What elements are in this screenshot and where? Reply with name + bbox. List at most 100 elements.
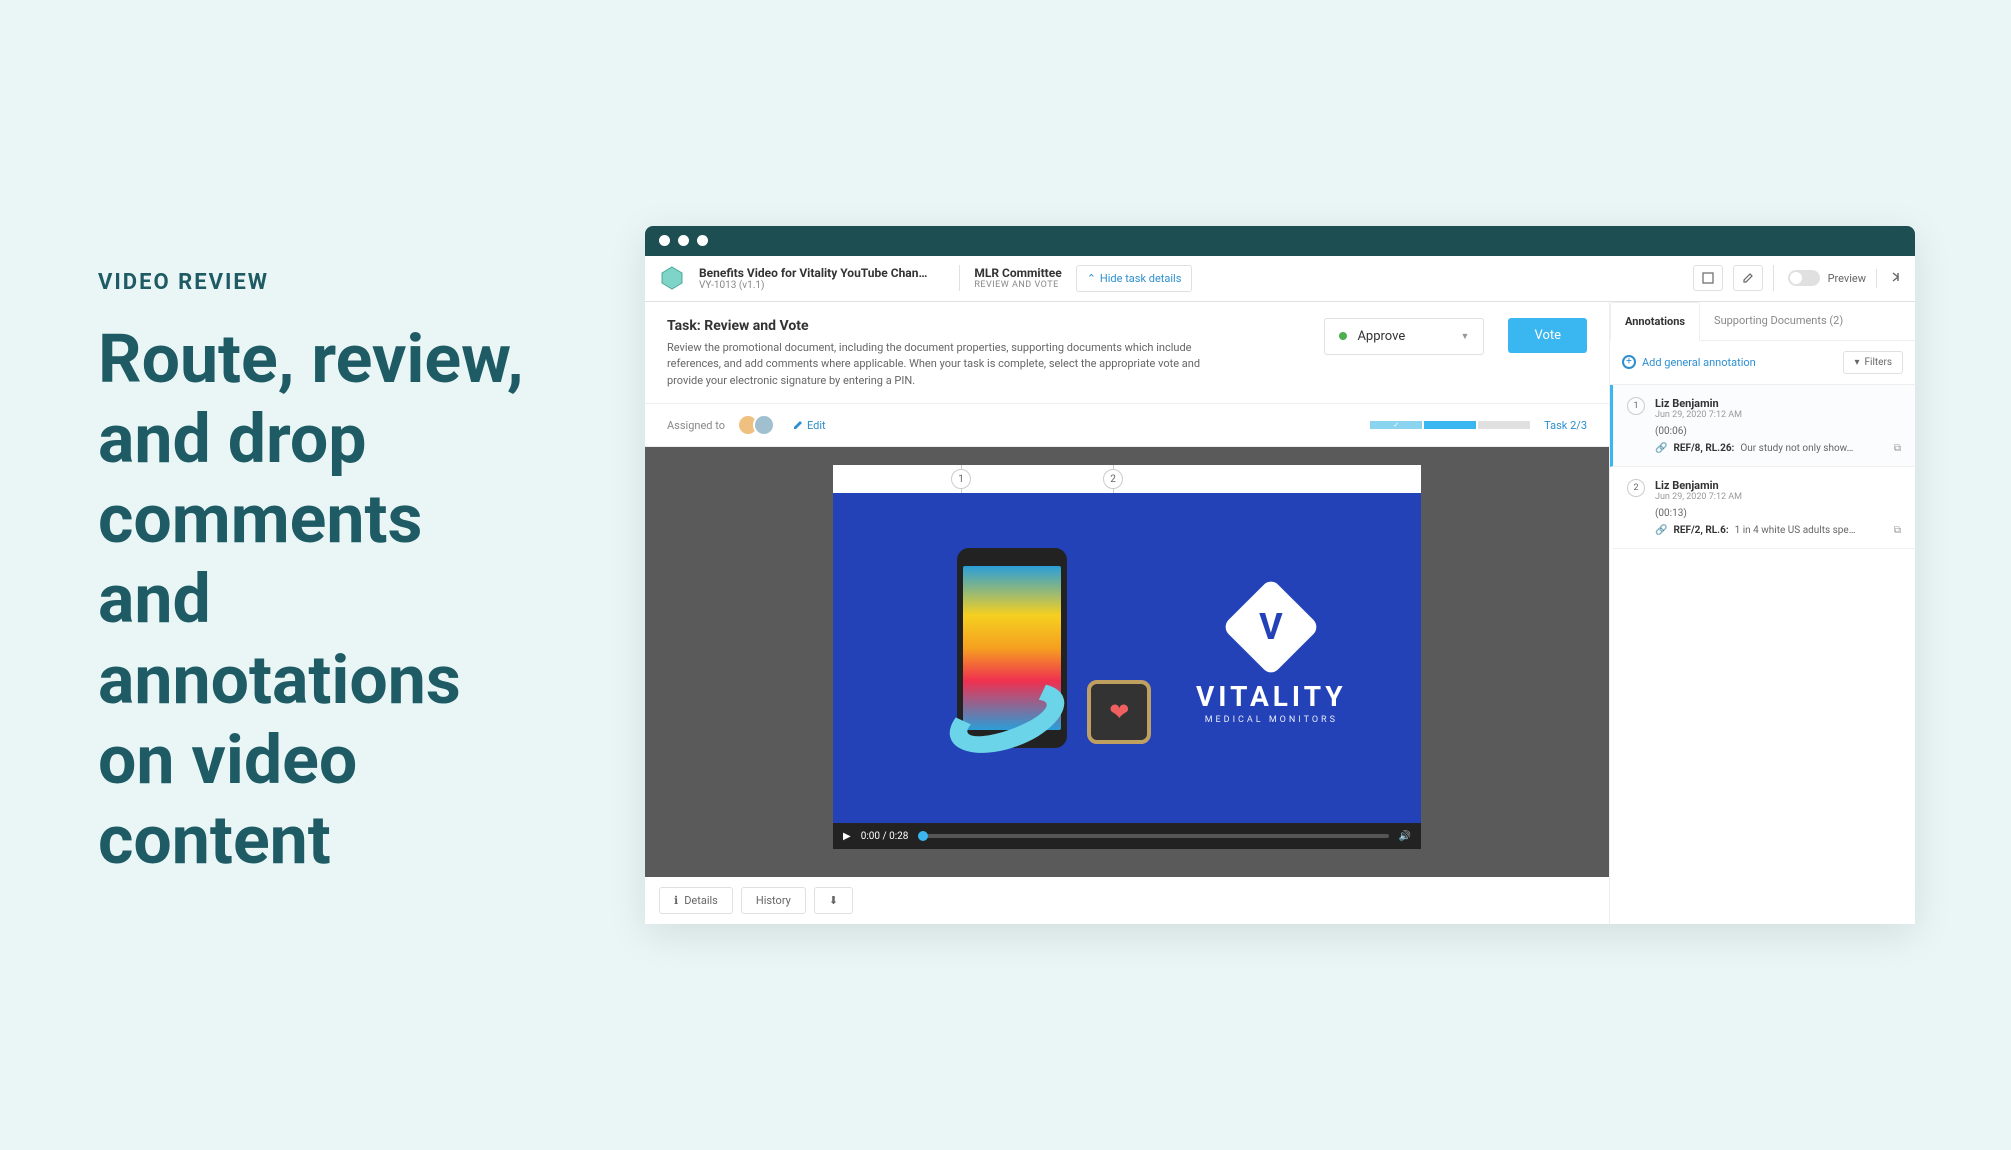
- download-icon: ⬇: [829, 894, 838, 907]
- device-illustration: [907, 538, 1107, 778]
- video-time: 0:00 / 0:28: [861, 831, 909, 842]
- divider: [959, 265, 960, 291]
- approve-label: Approve: [1357, 329, 1405, 344]
- annotation-item[interactable]: 1 Liz Benjamin Jun 29, 2020 7:12 AM (00:…: [1610, 385, 1915, 467]
- history-label: History: [756, 894, 791, 907]
- volume-button[interactable]: 🔊: [1399, 831, 1411, 842]
- logo-text: VITALITY: [1196, 680, 1347, 713]
- expand-panel-button[interactable]: [1876, 269, 1903, 288]
- toolbar-right: Preview: [1693, 265, 1903, 291]
- annotations-panel: Annotations Supporting Documents (2) + A…: [1609, 302, 1915, 925]
- play-button[interactable]: ▶: [843, 831, 851, 842]
- tab-annotations[interactable]: Annotations: [1610, 302, 1700, 341]
- window-close-icon[interactable]: [659, 235, 670, 246]
- video-scrubber[interactable]: [918, 834, 1388, 838]
- app-logo-icon: [657, 263, 687, 293]
- annotation-text: 1 in 4 white US adults spe…: [1735, 525, 1856, 536]
- external-link-icon[interactable]: ⧉: [1894, 525, 1901, 536]
- status-dot-icon: [1339, 332, 1347, 340]
- scrubber-thumb: [918, 831, 928, 841]
- task-title: Task: Review and Vote: [667, 318, 1300, 334]
- link-icon: 🔗: [1655, 443, 1667, 454]
- filter-icon: ▾: [1854, 357, 1859, 368]
- info-icon: ℹ: [674, 894, 678, 907]
- video-wrapper: 1 2 VITALITY MEDICAL MONIT: [833, 465, 1421, 849]
- panel-tabs: Annotations Supporting Documents (2): [1610, 302, 1915, 341]
- avatar-group: [737, 414, 775, 436]
- history-button[interactable]: History: [741, 887, 806, 914]
- annotation-marker[interactable]: 1: [951, 469, 971, 489]
- main-column: Task: Review and Vote Review the promoti…: [645, 302, 1609, 925]
- external-link-icon[interactable]: ⧉: [1894, 443, 1901, 454]
- caret-down-icon: ▼: [1461, 331, 1470, 342]
- filters-button[interactable]: ▾ Filters: [1843, 351, 1903, 374]
- plus-circle-icon: +: [1622, 355, 1636, 369]
- annotation-marker[interactable]: 2: [1103, 469, 1123, 489]
- annotation-header: 1 Liz Benjamin Jun 29, 2020 7:12 AM: [1627, 397, 1901, 420]
- vote-label: Vote: [1534, 328, 1561, 343]
- video-controls: ▶ 0:00 / 0:28 🔊: [833, 823, 1421, 849]
- annotation-number: 2: [1627, 479, 1645, 497]
- hide-task-details-button[interactable]: ⌃ Hide task details: [1076, 265, 1193, 292]
- task-header: Task: Review and Vote Review the promoti…: [645, 302, 1609, 405]
- window-minimize-icon[interactable]: [678, 235, 689, 246]
- annotation-timestamp: (00:13): [1655, 508, 1901, 519]
- window-maximize-icon[interactable]: [697, 235, 708, 246]
- annotation-timestamp: (00:06): [1655, 426, 1901, 437]
- filters-label: Filters: [1864, 357, 1892, 368]
- details-button[interactable]: ℹ Details: [659, 887, 733, 914]
- annotation-toolbar: + Add general annotation ▾ Filters: [1610, 341, 1915, 384]
- eyebrow: VIDEO REVIEW: [98, 270, 540, 295]
- smartwatch-icon: [1087, 680, 1151, 744]
- progress-segment: [1424, 421, 1476, 429]
- tab-supporting-documents[interactable]: Supporting Documents (2): [1700, 302, 1857, 340]
- pencil-icon: [793, 420, 803, 430]
- annotation-meta: Liz Benjamin Jun 29, 2020 7:12 AM: [1655, 479, 1742, 502]
- logo-subtext: MEDICAL MONITORS: [1196, 715, 1347, 725]
- toggle-switch-icon: [1788, 270, 1820, 286]
- headline: Route, review, and drop comments and ann…: [98, 319, 540, 881]
- video-area: 1 2 VITALITY MEDICAL MONIT: [645, 447, 1609, 877]
- committee-block: MLR Committee REVIEW AND VOTE: [974, 266, 1061, 290]
- annotation-meta: Liz Benjamin Jun 29, 2020 7:12 AM: [1655, 397, 1742, 420]
- annotation-marker-row: 1 2: [833, 465, 1421, 493]
- approve-dropdown[interactable]: Approve ▼: [1324, 318, 1484, 355]
- committee-stage: REVIEW AND VOTE: [974, 280, 1061, 290]
- bottom-bar: ℹ Details History ⬇: [645, 877, 1609, 924]
- annotation-list: 1 Liz Benjamin Jun 29, 2020 7:12 AM (00:…: [1610, 384, 1915, 549]
- annotation-date: Jun 29, 2020 7:12 AM: [1655, 410, 1742, 420]
- preview-toggle[interactable]: Preview: [1773, 265, 1866, 291]
- document-title: Benefits Video for Vitality YouTube Chan…: [699, 266, 927, 280]
- details-label: Details: [684, 894, 718, 907]
- expand-view-button[interactable]: [1693, 265, 1723, 291]
- annotation-item[interactable]: 2 Liz Benjamin Jun 29, 2020 7:12 AM (00:…: [1610, 467, 1915, 549]
- progress-segment: ✓: [1370, 421, 1422, 429]
- edit-icon-button[interactable]: [1733, 265, 1763, 291]
- video-frame[interactable]: VITALITY MEDICAL MONITORS: [833, 493, 1421, 823]
- add-annotation-button[interactable]: + Add general annotation: [1622, 355, 1756, 369]
- annotation-reference: 🔗 REF/2, RL.6: 1 in 4 white US adults sp…: [1655, 525, 1901, 536]
- edit-assignees-button[interactable]: Edit: [793, 419, 826, 432]
- assigned-row: Assigned to Edit ✓ Task 2/3: [645, 404, 1609, 447]
- annotation-reference: 🔗 REF/8, RL.26: Our study not only show……: [1655, 443, 1901, 454]
- task-counter: Task 2/3: [1544, 419, 1587, 432]
- annotation-text: Our study not only show…: [1740, 443, 1853, 454]
- assigned-label: Assigned to: [667, 419, 725, 432]
- app-window: Benefits Video for Vitality YouTube Chan…: [645, 226, 1915, 925]
- avatar[interactable]: [753, 414, 775, 436]
- window-titlebar: [645, 226, 1915, 256]
- link-icon: 🔗: [1655, 525, 1667, 536]
- vote-button[interactable]: Vote: [1508, 318, 1587, 353]
- download-button[interactable]: ⬇: [814, 887, 853, 914]
- progress-wrap: ✓ Task 2/3: [1370, 419, 1587, 432]
- task-text: Task: Review and Vote Review the promoti…: [667, 318, 1300, 390]
- progress-bar: ✓: [1370, 421, 1530, 429]
- document-id: VY-1013 (v1.1): [699, 280, 927, 291]
- annotation-header: 2 Liz Benjamin Jun 29, 2020 7:12 AM: [1627, 479, 1901, 502]
- progress-segment: [1478, 421, 1530, 429]
- reference-code: REF/8, RL.26:: [1673, 443, 1734, 454]
- top-toolbar: Benefits Video for Vitality YouTube Chan…: [645, 256, 1915, 302]
- annotation-date: Jun 29, 2020 7:12 AM: [1655, 492, 1742, 502]
- annotation-author: Liz Benjamin: [1655, 397, 1742, 410]
- edit-label: Edit: [807, 419, 826, 432]
